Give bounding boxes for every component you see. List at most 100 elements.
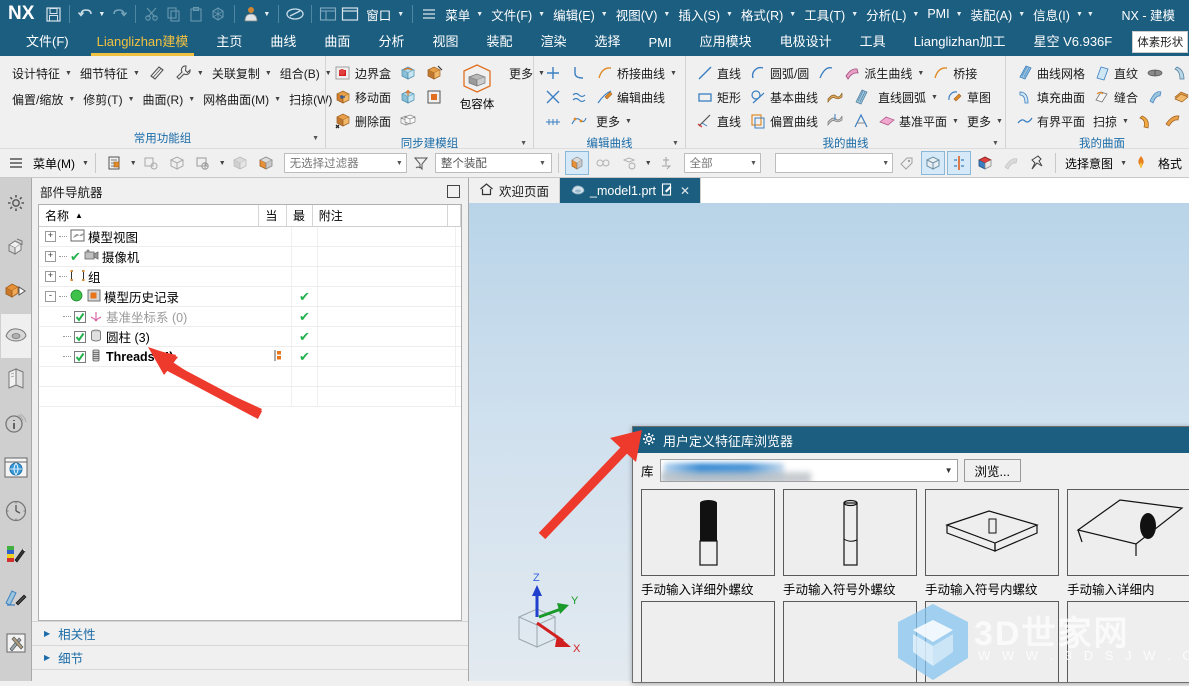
menu-button-label[interactable]: 菜单(M) (30, 155, 78, 172)
label-icon[interactable] (895, 151, 919, 175)
udf-item[interactable]: 手动输入详细内 (1067, 489, 1189, 598)
chevron-down-icon[interactable]: ▼ (623, 118, 632, 125)
more-my-curves-button[interactable]: 更多 ▼ (963, 109, 1007, 133)
menu-pmi[interactable]: PMI (922, 7, 954, 21)
udf-thumbnail[interactable] (1067, 601, 1189, 682)
chevron-down-icon[interactable]: ▼ (1017, 11, 1028, 18)
edit-curve-button[interactable]: 编辑曲线 (592, 85, 669, 109)
table-row[interactable]: + 模型视图 (39, 227, 461, 247)
offset-region-button[interactable] (421, 85, 447, 109)
tab-curve[interactable]: 曲线 (256, 27, 310, 56)
window-layout-icon[interactable] (317, 3, 339, 25)
tree-expander[interactable]: + (45, 231, 56, 242)
chevron-down-icon[interactable]: ▼ (195, 70, 204, 77)
command-search-box[interactable]: 体素形状 (1132, 31, 1189, 53)
chevron-down-icon[interactable]: ▼ (945, 466, 953, 475)
chevron-down-icon[interactable]: ▼ (915, 70, 924, 77)
menu-assemblies[interactable]: 装配(A) (966, 5, 1018, 24)
ruled-button[interactable]: 直纹 (1089, 61, 1142, 85)
enclosure-body-button[interactable]: 包容体 (449, 61, 505, 113)
save-icon[interactable] (42, 3, 64, 25)
sidebar-item-hd3d-tools[interactable] (1, 402, 31, 446)
table-row[interactable]: Threads (4) ✔ (39, 347, 461, 367)
flame-icon[interactable] (1129, 151, 1153, 175)
more-edit-curve-button[interactable]: 更多 ▼ (592, 109, 636, 133)
spline-button[interactable] (813, 61, 839, 85)
tab-xingkong[interactable]: 星空 V6.936F (1019, 27, 1126, 56)
bridge-button[interactable]: 桥接 (928, 61, 981, 85)
udf-thumbnail[interactable] (641, 489, 775, 576)
row-checkbox[interactable] (74, 350, 86, 363)
chevron-down-icon[interactable]: ▼ (217, 160, 226, 167)
user-role-icon[interactable] (240, 3, 262, 25)
row-checkbox[interactable] (74, 330, 86, 343)
chevron-down-icon[interactable]: ▼ (539, 160, 546, 167)
surface-b-button[interactable] (1168, 61, 1189, 85)
solid-body-icon[interactable] (228, 151, 252, 175)
tab-application[interactable]: 应用模块 (686, 27, 766, 56)
chevron-down-icon[interactable]: ▼ (750, 160, 757, 167)
tab-electrode-design[interactable]: 电极设计 (766, 27, 846, 56)
chevron-down-icon[interactable]: ▼ (263, 70, 272, 77)
sew-button[interactable]: 缝合 (1089, 85, 1142, 109)
snap-center-icon[interactable] (617, 151, 641, 175)
tree-expander[interactable]: + (45, 251, 56, 262)
menu-information[interactable]: 信息(I) (1028, 5, 1075, 24)
chevron-down-icon[interactable]: ▼ (668, 70, 677, 77)
assembly-scope-combo[interactable]: 整个装配 ▼ (434, 153, 552, 173)
chevron-down-icon[interactable]: ▼ (643, 160, 652, 167)
library-combo[interactable]: ▼ (659, 459, 958, 482)
curve-wave-button[interactable] (566, 85, 592, 109)
chevron-down-icon[interactable]: ▼ (1075, 11, 1086, 18)
datum-plane-button[interactable]: 基准平面 ▼ (874, 109, 963, 133)
chevron-down-icon[interactable]: ▼ (911, 11, 922, 18)
chamfer-button[interactable] (144, 61, 170, 85)
trim-button[interactable]: 修剪(T) ▼ (79, 87, 138, 111)
copy-icon[interactable] (163, 3, 185, 25)
menu-tools[interactable]: 工具(T) (799, 5, 850, 24)
chevron-down-icon[interactable]: ▼ (955, 11, 966, 18)
offset-scale-button[interactable]: 偏置/缩放 ▼ (8, 87, 79, 111)
menu-analysis[interactable]: 分析(L) (861, 5, 911, 24)
undo-dropdown-caret[interactable]: ▼ (97, 11, 108, 18)
intersect-curve-button[interactable] (848, 109, 874, 133)
sidebar-item-part-navigator[interactable] (1, 226, 31, 270)
redo-icon[interactable] (108, 3, 130, 25)
chevron-down-icon[interactable]: ▼ (882, 160, 889, 167)
delete-face-button[interactable]: 删除面 (330, 109, 395, 133)
undo-icon[interactable] (75, 3, 97, 25)
move-face-button[interactable]: 移动面 (330, 85, 395, 109)
menu-菜单[interactable]: 菜单 (440, 5, 475, 24)
resize-face-button[interactable] (421, 109, 447, 133)
arc-circle-button[interactable]: 圆弧/圆 (745, 61, 813, 85)
table-row[interactable]: 基准坐标系 (0) ✔ (39, 307, 461, 327)
format-label[interactable]: 格式 (1155, 155, 1185, 172)
surface-d-button[interactable] (1168, 85, 1189, 109)
chevron-down-icon[interactable]: ▼ (950, 118, 959, 125)
chevron-down-icon[interactable]: ▼ (929, 94, 938, 101)
udf-library-browser-dialog[interactable]: 用户定义特征库浏览器 库 ▼ 浏览... 手动输入详细外螺纹 手动输入符号外螺纹… (632, 426, 1189, 683)
group-expand-caret-icon[interactable]: ▼ (672, 140, 679, 147)
udf-thumbnail[interactable] (783, 489, 917, 576)
sketch-button[interactable]: 草图 (942, 85, 995, 109)
layer-combo[interactable]: ▼ (774, 153, 894, 173)
pin-icon[interactable] (1025, 151, 1049, 175)
sidebar-item-web-browser[interactable] (1, 446, 31, 490)
surface-c-button[interactable] (1142, 85, 1168, 109)
replace-face-button[interactable] (395, 61, 421, 85)
curve-stretch-button[interactable] (540, 109, 566, 133)
line-button[interactable]: 直线 (692, 61, 745, 85)
curve-cross-button[interactable] (540, 61, 566, 85)
menu-edit[interactable]: 编辑(E) (548, 5, 600, 24)
tab-file[interactable]: 文件(F) (12, 27, 83, 56)
column-header-name[interactable]: 名称 ▲ (39, 205, 260, 226)
group-expand-caret-icon[interactable]: ▼ (312, 135, 319, 142)
sidebar-item-part-shape-search[interactable] (0, 314, 31, 358)
nav-section-details[interactable]: ▶ 细节 (32, 645, 468, 669)
tab-pmi[interactable]: PMI (635, 31, 686, 56)
tab-surface[interactable]: 曲面 (310, 27, 364, 56)
menu-窗口[interactable]: 窗口 (361, 5, 396, 24)
chevron-down-icon[interactable]: ▼ (126, 96, 135, 103)
tab-analysis[interactable]: 分析 (364, 27, 418, 56)
wrench-button[interactable]: ▼ (170, 61, 208, 85)
